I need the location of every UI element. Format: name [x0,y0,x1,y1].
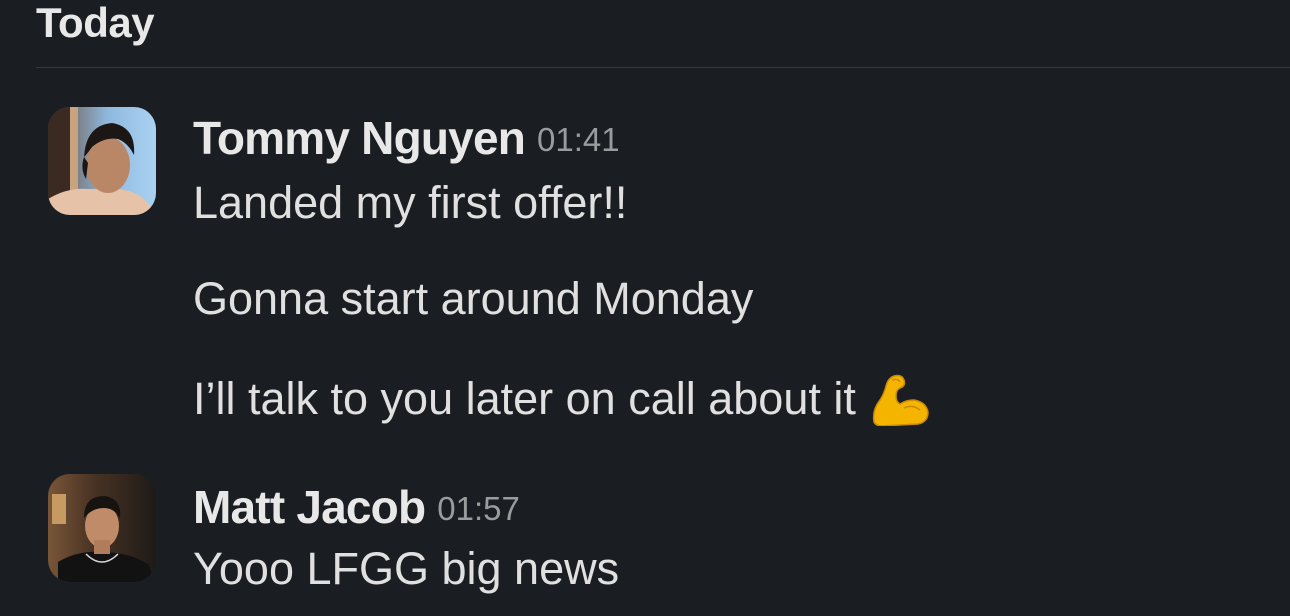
message-text-content: I’ll talk to you later on call about it [193,373,856,424]
message-text: Gonna start around Monday [193,273,754,324]
message-text: Landed my first offer!! [193,177,628,228]
avatar[interactable] [48,474,156,582]
message-header: Matt Jacob 01:57 [193,481,520,533]
message-text: Yooo LFGG big news [193,543,620,594]
message-timestamp[interactable]: 01:57 [437,490,520,527]
avatar-photo-icon [48,474,156,582]
day-divider-line [36,67,1290,68]
avatar-photo-icon [48,107,156,215]
message-text: I’ll talk to you later on call about it [193,370,930,427]
message-timestamp[interactable]: 01:41 [537,121,620,158]
avatar[interactable] [48,107,156,215]
message-header: Tommy Nguyen 01:41 [193,112,620,164]
flexed-biceps-icon [870,370,930,427]
sender-name[interactable]: Matt Jacob [193,481,426,533]
sender-name[interactable]: Tommy Nguyen [193,112,526,164]
message-list: Today Tommy Nguyen 01:41 Landed my first… [0,0,1290,616]
day-divider-label: Today [36,0,155,46]
